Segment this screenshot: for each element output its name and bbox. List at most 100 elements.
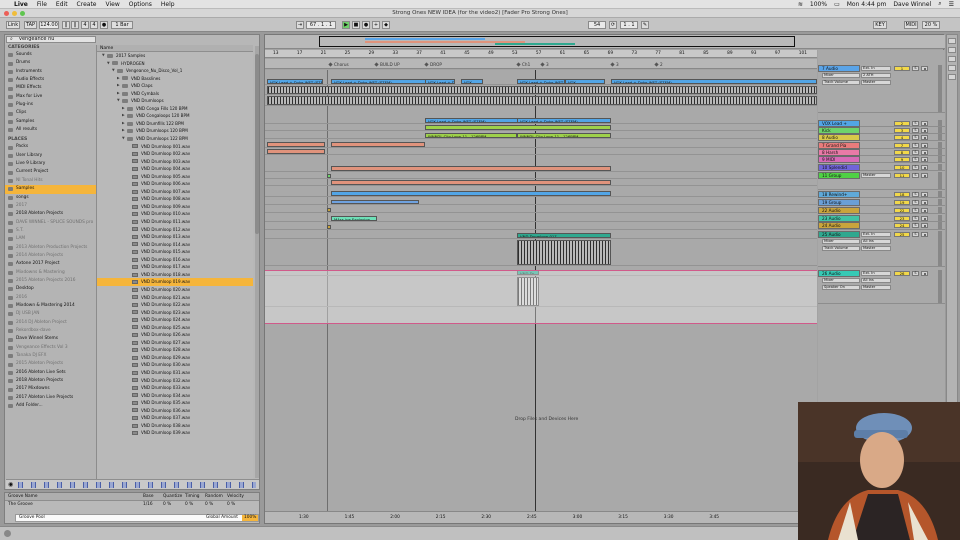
- folder-item[interactable]: ▶ VND Claps: [97, 82, 253, 90]
- sample-file-item[interactable]: VND Drumloop 021.wav: [97, 294, 253, 302]
- stop-button[interactable]: ■: [352, 21, 360, 29]
- locator-strip[interactable]: Chorus BUILD UP DROP Ch1 3 3 2: [265, 59, 817, 69]
- track-activator[interactable]: 23: [894, 216, 910, 221]
- folder-item[interactable]: ▶ VND Basslines: [97, 75, 253, 83]
- track-header[interactable]: 18 Rewind+ 18 S: [818, 191, 945, 198]
- zoom-window-button[interactable]: [20, 11, 25, 16]
- locator-marker[interactable]: 3: [541, 62, 549, 67]
- output-type-menu[interactable]: Master: [861, 246, 891, 251]
- arm-button[interactable]: [921, 165, 928, 170]
- input-type-menu[interactable]: Master: [861, 173, 891, 178]
- sample-file-item[interactable]: VND Drumloop 022.wav: [97, 301, 253, 309]
- clip[interactable]: [267, 86, 817, 94]
- arm-button[interactable]: [921, 216, 928, 221]
- track-name[interactable]: 25 Audio: [818, 231, 860, 238]
- menu-edit[interactable]: Edit: [56, 1, 68, 8]
- locator-marker[interactable]: Ch1: [517, 62, 530, 67]
- track-activator[interactable]: 22: [894, 208, 910, 213]
- solo-button[interactable]: S: [912, 223, 919, 228]
- overview-window[interactable]: [319, 36, 795, 47]
- nudge-down-icon[interactable]: ‖: [62, 21, 70, 29]
- folder-item[interactable]: ▼ VND Drumloops 122 BPM: [97, 135, 253, 143]
- track-name[interactable]: 23 Audio: [818, 215, 860, 222]
- place-item[interactable]: User Library: [5, 152, 96, 160]
- groove-base[interactable]: 1/16: [143, 501, 163, 509]
- place-item[interactable]: 2018 Ableton Projects: [5, 377, 96, 385]
- sample-file-item[interactable]: VND Drumloop 029.wav: [97, 354, 253, 362]
- locator-marker[interactable]: BUILD UP: [375, 62, 400, 67]
- place-item[interactable]: LAM: [5, 235, 96, 243]
- solo-button[interactable]: S: [912, 135, 919, 140]
- category-item[interactable]: All results: [5, 126, 96, 134]
- wifi-icon[interactable]: ≋: [798, 1, 803, 8]
- preview-player[interactable]: ◉: [6, 479, 259, 489]
- loop-length-field[interactable]: 1 . 1: [620, 21, 638, 29]
- key-map-button[interactable]: KEY: [873, 21, 887, 29]
- arm-button[interactable]: [921, 66, 928, 71]
- place-item[interactable]: Tanaka DJ EFX: [5, 352, 96, 360]
- sample-file-item[interactable]: VND Drumloop 017.wav: [97, 263, 253, 271]
- place-item[interactable]: Mixdowns & Mastering: [5, 269, 96, 277]
- overdub-button[interactable]: +: [372, 21, 380, 29]
- track-name[interactable]: 9 MIDI: [818, 156, 860, 163]
- tempo-field[interactable]: 124.00: [39, 21, 59, 29]
- track-activator[interactable]: 11: [894, 173, 910, 178]
- solo-button[interactable]: S: [912, 157, 919, 162]
- zoom-out-icon[interactable]: [948, 47, 956, 53]
- solo-button[interactable]: S: [912, 192, 919, 197]
- sample-file-item[interactable]: VND Drumloop 023.wav: [97, 309, 253, 317]
- place-item[interactable]: Dave Winnel Stems: [5, 335, 96, 343]
- arm-button[interactable]: [921, 135, 928, 140]
- sample-file-item[interactable]: VND Drumloop 009.wav: [97, 203, 253, 211]
- solo-button[interactable]: S: [912, 143, 919, 148]
- place-item[interactable]: Desktop: [5, 285, 96, 293]
- track-activator[interactable]: 19: [894, 200, 910, 205]
- track-header[interactable]: 7 Audio Ext. In 1 S Mixer Track Volume 2 ATH Ma…: [818, 65, 945, 113]
- input-type-menu[interactable]: Ext. In: [861, 66, 891, 71]
- solo-button[interactable]: S: [912, 173, 919, 178]
- track-lane[interactable]: [265, 149, 817, 155]
- track-header[interactable]: VOX Lead + 2 S: [818, 120, 945, 127]
- track-lane[interactable]: [265, 180, 817, 186]
- solo-button[interactable]: S: [912, 232, 919, 237]
- track-lane[interactable]: [265, 125, 817, 131]
- arm-button[interactable]: [921, 223, 928, 228]
- track-name[interactable]: 8 Harsh: [818, 149, 860, 156]
- solo-button[interactable]: S: [912, 128, 919, 133]
- follow-icon[interactable]: ⇥: [296, 21, 304, 29]
- place-item[interactable]: 2017 Ableton Live Projects: [5, 394, 96, 402]
- automation-device-menu[interactable]: Mixer: [822, 239, 860, 244]
- automation-arm-icon[interactable]: ◆: [382, 21, 390, 29]
- solo-button[interactable]: S: [912, 200, 919, 205]
- sample-file-item[interactable]: VND Drumloop 015.wav: [97, 248, 253, 256]
- clip[interactable]: [327, 174, 331, 178]
- link-button[interactable]: Link: [6, 21, 20, 29]
- clip[interactable]: VOX Lead + Dubs WET (STEM): [267, 79, 323, 84]
- folder-item[interactable]: ▶ VND Cymbals: [97, 90, 253, 98]
- sample-file-item[interactable]: VND Drumloop 006.wav: [97, 180, 253, 188]
- track-activator[interactable]: 9: [894, 157, 910, 162]
- sample-file-item[interactable]: VND Drumloop 019.wav: [97, 278, 253, 286]
- input-type-menu[interactable]: Ext. In: [861, 271, 891, 276]
- sample-file-item[interactable]: VND Drumloop 014.wav: [97, 241, 253, 249]
- folder-item[interactable]: ▼ Vengeance_Nu_Disco_Vol_1: [97, 67, 253, 75]
- track-header[interactable]: 7 Grand Pia 7 S: [818, 142, 945, 149]
- close-window-button[interactable]: [4, 11, 9, 16]
- solo-button[interactable]: S: [912, 165, 919, 170]
- preview-icon[interactable]: ◉: [8, 481, 13, 488]
- track-name[interactable]: 7 Grand Pia: [818, 142, 860, 149]
- category-item[interactable]: Max for Live: [5, 93, 96, 101]
- sample-file-item[interactable]: VND Drumloop 028.wav: [97, 346, 253, 354]
- track-name[interactable]: 18 Rewind+: [818, 191, 860, 198]
- menu-app[interactable]: Live: [14, 1, 28, 8]
- place-item[interactable]: 2018 Ableton Projects: [5, 210, 96, 218]
- automation-parameter-menu[interactable]: Track Volume: [822, 246, 860, 251]
- track-lane[interactable]: VOX Lead + Dubs WET (STEM) VOX Lead + Dub…: [265, 118, 817, 124]
- input-type-menu[interactable]: Ext. In: [861, 232, 891, 237]
- sample-file-item[interactable]: VND Drumloop 027.wav: [97, 339, 253, 347]
- place-item[interactable]: 2017 Mixdowns: [5, 385, 96, 393]
- nudge-up-icon[interactable]: ‖: [71, 21, 79, 29]
- track-header[interactable]: 8 Audio 4 S: [818, 134, 945, 141]
- sample-file-item[interactable]: VND Drumloop 033.wav: [97, 384, 253, 392]
- track-activator[interactable]: 4: [894, 135, 910, 140]
